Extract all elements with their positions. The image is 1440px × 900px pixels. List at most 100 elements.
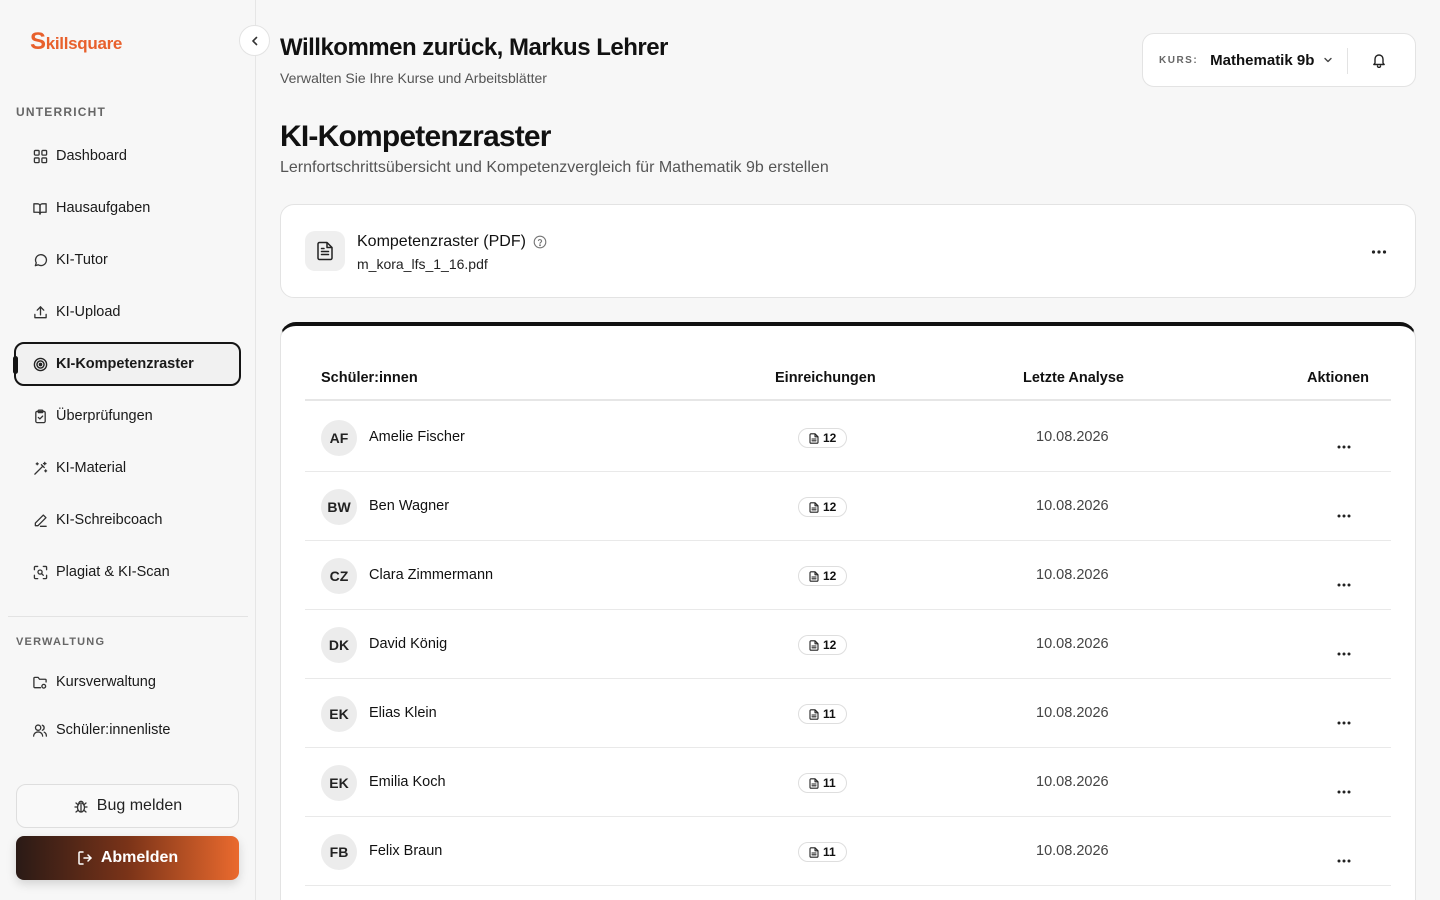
course-select[interactable]: Mathematik 9b bbox=[1210, 52, 1314, 69]
table-row[interactable]: EK Emilia Koch 11 10.08.2026 bbox=[305, 748, 1391, 817]
help-circle-icon[interactable] bbox=[533, 235, 547, 249]
sidebar-divider bbox=[8, 616, 248, 617]
table-row[interactable]: CZ Clara Zimmermann 12 10.08.2026 bbox=[305, 541, 1391, 610]
page-title: KI-Kompetenzraster bbox=[280, 120, 551, 153]
submissions-badge[interactable]: 12 bbox=[798, 635, 848, 655]
submissions-badge[interactable]: 11 bbox=[798, 704, 847, 724]
column-header-submissions[interactable]: Einreichungen bbox=[775, 370, 876, 386]
magic-wand-icon bbox=[32, 460, 48, 476]
users-icon bbox=[32, 722, 48, 738]
chevron-down-icon[interactable] bbox=[1322, 54, 1334, 66]
more-horizontal-icon[interactable] bbox=[1371, 241, 1387, 259]
course-label: KURS: bbox=[1159, 54, 1199, 66]
student-name[interactable]: Emilia Koch bbox=[369, 774, 446, 790]
more-horizontal-icon[interactable] bbox=[1337, 436, 1351, 454]
sidebar-item-reviews[interactable]: Überprüfungen bbox=[16, 395, 240, 437]
sidebar-item-ki-tutor[interactable]: KI-Tutor bbox=[16, 239, 240, 281]
sidebar-item-label: KI-Kompetenzraster bbox=[56, 356, 194, 372]
sidebar-item-label: KI-Upload bbox=[56, 304, 121, 320]
grid-icon bbox=[32, 148, 48, 164]
sidebar-item-label: Hausaufgaben bbox=[56, 200, 151, 216]
pencil-icon bbox=[32, 512, 48, 528]
avatar: DK bbox=[321, 627, 357, 663]
chevron-left-icon bbox=[249, 35, 261, 47]
more-horizontal-icon[interactable] bbox=[1337, 574, 1351, 592]
avatar: CZ bbox=[321, 558, 357, 594]
submissions-count: 12 bbox=[823, 569, 837, 583]
sidebar-item-course-admin[interactable]: Kursverwaltung bbox=[16, 661, 240, 703]
more-horizontal-icon[interactable] bbox=[1337, 712, 1351, 730]
last-analysis-date: 10.08.2026 bbox=[1036, 636, 1109, 652]
collapse-sidebar-button[interactable] bbox=[239, 25, 270, 56]
sidebar-item-student-list[interactable]: Schüler:innenliste bbox=[16, 709, 240, 751]
folder-settings-icon bbox=[32, 674, 48, 690]
table-row[interactable]: AF Amelie Fischer 12 10.08.2026 bbox=[305, 403, 1391, 472]
submissions-badge[interactable]: 12 bbox=[798, 497, 848, 517]
sidebar-item-ki-upload[interactable]: KI-Upload bbox=[16, 291, 240, 333]
submissions-badge[interactable]: 11 bbox=[798, 773, 847, 793]
clipboard-check-icon bbox=[32, 408, 48, 424]
pdf-filename[interactable]: m_kora_lfs_1_16.pdf bbox=[357, 256, 488, 272]
logout-icon bbox=[77, 850, 93, 866]
file-icon bbox=[809, 501, 819, 513]
sidebar-item-plagiat-scan[interactable]: Plagiat & KI-Scan bbox=[16, 551, 240, 593]
bell-icon[interactable] bbox=[1371, 52, 1387, 68]
pdf-title-row: Kompetenzraster (PDF) bbox=[357, 233, 547, 251]
file-icon bbox=[809, 570, 819, 582]
last-analysis-date: 10.08.2026 bbox=[1036, 567, 1109, 583]
file-icon bbox=[809, 432, 819, 444]
more-horizontal-icon[interactable] bbox=[1337, 643, 1351, 661]
student-name[interactable]: Clara Zimmermann bbox=[369, 567, 493, 583]
logout-button[interactable]: Abmelden bbox=[16, 836, 239, 880]
app-logo[interactable]: Skillsquare bbox=[30, 28, 122, 56]
sidebar-item-dashboard[interactable]: Dashboard bbox=[16, 135, 240, 177]
sidebar-item-ki-schreibcoach[interactable]: KI-Schreibcoach bbox=[16, 499, 240, 541]
column-header-actions: Aktionen bbox=[1307, 370, 1370, 386]
course-separator bbox=[1347, 48, 1348, 74]
submissions-badge[interactable]: 11 bbox=[798, 842, 847, 862]
more-horizontal-icon[interactable] bbox=[1337, 505, 1351, 523]
student-name[interactable]: Felix Braun bbox=[369, 843, 442, 859]
column-header-students[interactable]: Schüler:innen bbox=[321, 370, 418, 386]
submissions-count: 12 bbox=[823, 638, 837, 652]
avatar: EK bbox=[321, 765, 357, 801]
logout-label: Abmelden bbox=[100, 849, 179, 866]
table-row[interactable]: EK Elias Klein 11 10.08.2026 bbox=[305, 679, 1391, 748]
page-subtitle: Lernfortschrittsübersicht und Kompetenzv… bbox=[280, 159, 829, 176]
file-icon bbox=[809, 639, 819, 651]
table-row[interactable]: FB Felix Braun 11 10.08.2026 bbox=[305, 817, 1391, 886]
table-row[interactable]: BW Ben Wagner 12 10.08.2026 bbox=[305, 472, 1391, 541]
upload-icon bbox=[32, 304, 48, 320]
submissions-badge[interactable]: 12 bbox=[798, 428, 848, 448]
avatar: EK bbox=[321, 696, 357, 732]
file-icon bbox=[809, 777, 819, 789]
submissions-count: 11 bbox=[823, 707, 836, 721]
bug-icon bbox=[73, 798, 89, 814]
submissions-count: 11 bbox=[823, 845, 836, 859]
avatar: FB bbox=[321, 834, 357, 870]
pdf-card: Kompetenzraster (PDF) m_kora_lfs_1_16.pd… bbox=[280, 204, 1416, 298]
last-analysis-date: 10.08.2026 bbox=[1036, 774, 1109, 790]
submissions-badge[interactable]: 12 bbox=[798, 566, 848, 586]
table-row[interactable]: DK David König 12 10.08.2026 bbox=[305, 610, 1391, 679]
last-analysis-date: 10.08.2026 bbox=[1036, 705, 1109, 721]
student-name[interactable]: Amelie Fischer bbox=[369, 429, 465, 445]
section-label-teaching: UNTERRICHT bbox=[16, 105, 106, 119]
book-open-icon bbox=[32, 200, 48, 216]
sidebar-item-label: Schüler:innenliste bbox=[56, 722, 171, 738]
file-icon bbox=[809, 708, 819, 720]
student-name[interactable]: Ben Wagner bbox=[369, 498, 449, 514]
student-name[interactable]: Elias Klein bbox=[369, 705, 437, 721]
sidebar-item-homework[interactable]: Hausaufgaben bbox=[16, 187, 240, 229]
sidebar-item-ki-material[interactable]: KI-Material bbox=[16, 447, 240, 489]
student-name[interactable]: David König bbox=[369, 636, 447, 652]
file-icon bbox=[809, 846, 819, 858]
sidebar-item-label: KI-Tutor bbox=[56, 252, 108, 268]
file-text-icon bbox=[305, 231, 345, 271]
column-header-last-analysis[interactable]: Letzte Analyse bbox=[1023, 370, 1124, 386]
sidebar-item-ki-kompetenzraster[interactable]: KI-Kompetenzraster bbox=[13, 342, 241, 386]
more-horizontal-icon[interactable] bbox=[1337, 781, 1351, 799]
report-bug-button[interactable]: Bug melden bbox=[16, 784, 239, 828]
more-horizontal-icon[interactable] bbox=[1337, 850, 1351, 868]
sidebar-item-label: KI-Schreibcoach bbox=[56, 512, 163, 528]
